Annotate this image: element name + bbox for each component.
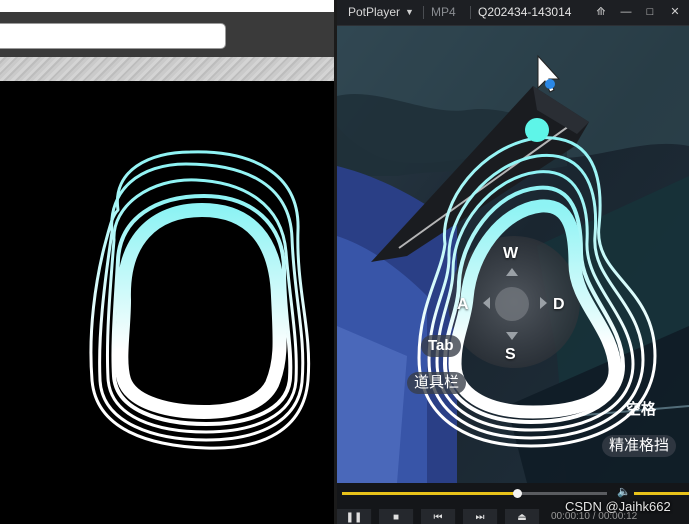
stop-button[interactable]: ■ [379, 509, 414, 524]
key-d-label: D [553, 296, 565, 313]
eject-button[interactable]: ⏏ [505, 509, 540, 524]
minimize-icon[interactable]: — [615, 0, 637, 25]
trail-stroke-5 [114, 203, 287, 419]
playback-controls: 🔈 ❚❚ ■ ⏮ ⏭ ⏏ 00:00:10 / 00:00:12 CSDN @J… [337, 483, 689, 524]
player-title-bar[interactable]: PotPlayer ▼ MP4 Q202434-143014 ⟰ — □ ✕ [337, 0, 689, 26]
space-key-label: 空格 [626, 401, 657, 418]
space-action-label: 精准格挡 [602, 435, 677, 457]
close-icon[interactable]: ✕ [664, 0, 686, 25]
title-separator [470, 6, 471, 19]
speaker-icon[interactable]: 🔈 [617, 485, 631, 498]
next-button[interactable]: ⏭ [463, 509, 498, 524]
tab-action-label: 道具栏 [407, 372, 467, 394]
drawing-canvas-pane [0, 0, 334, 524]
file-name-label: Q202434-143014 [478, 5, 572, 19]
key-a-label: A [457, 296, 469, 313]
title-separator [423, 6, 424, 19]
format-label: MP4 [431, 5, 456, 19]
wasd-center-knob [495, 287, 529, 321]
seek-handle[interactable] [512, 489, 522, 498]
pin-icon[interactable]: ⟰ [590, 0, 612, 25]
chevron-down-icon[interactable]: ▼ [405, 0, 414, 25]
mouse-trail-strokes [89, 150, 311, 450]
previous-button[interactable]: ⏮ [421, 509, 456, 524]
key-w-label: W [503, 245, 519, 262]
tab-key-badge: Tab [421, 335, 461, 357]
maximize-icon[interactable]: □ [639, 0, 661, 25]
seek-bar[interactable] [342, 489, 607, 498]
potplayer-window: PotPlayer ▼ MP4 Q202434-143014 ⟰ — □ ✕ W… [337, 0, 689, 524]
pause-button[interactable]: ❚❚ [337, 509, 372, 524]
key-s-label: S [505, 346, 516, 363]
volume-slider[interactable] [634, 492, 689, 495]
cursor-trail-dot [525, 118, 549, 142]
video-display-area[interactable]: W A D S Tab 道具栏 空格 精准格挡 [337, 26, 689, 483]
watermark-text: CSDN @Jaihk662 [565, 499, 671, 514]
app-menu-label[interactable]: PotPlayer [348, 0, 400, 25]
seek-progress-fill [342, 492, 517, 495]
